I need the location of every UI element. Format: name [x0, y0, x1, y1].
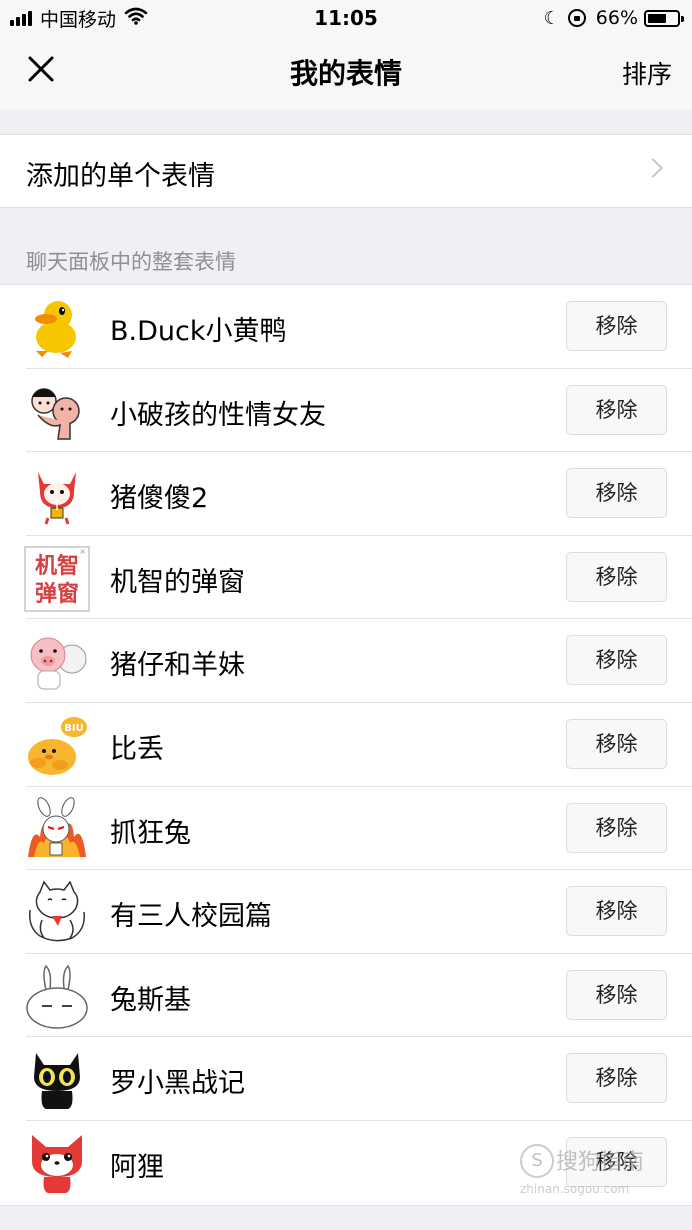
status-bar: 中国移动 11:05 ☾ 66%	[0, 0, 692, 36]
list-item: BIU 比丢 移除	[0, 703, 692, 787]
battery-fill	[648, 13, 666, 23]
pack-name: 抓狂兔	[110, 817, 191, 849]
list-item: 罗小黑战记 移除	[0, 1037, 692, 1121]
status-right: ☾ 66%	[543, 5, 684, 31]
list-item: 猪仔和羊妹 移除	[0, 619, 692, 703]
pack-name: 有三人校园篇	[110, 901, 272, 933]
battery-percent: 66%	[595, 7, 638, 29]
fox-icon	[24, 1131, 90, 1197]
watermark-text: 搜狗指南	[556, 1150, 645, 1175]
nav-bar: 我的表情 排序	[0, 36, 692, 110]
remove-button[interactable]: 移除	[566, 802, 667, 853]
chevron-right-icon	[643, 158, 663, 178]
list-item: 抓狂兔 移除	[0, 787, 692, 871]
pack-name: 兔斯基	[110, 984, 191, 1016]
page-title: 我的表情	[289, 57, 402, 90]
popup-icon: 机智 弹窗 ×	[24, 546, 90, 612]
watermark-logo: S	[520, 1144, 554, 1178]
moon-icon: ☾	[543, 7, 560, 29]
battery-tip	[681, 15, 684, 22]
duck-icon	[24, 295, 90, 361]
remove-button[interactable]: 移除	[566, 551, 667, 602]
remove-button[interactable]: 移除	[566, 718, 667, 769]
list-item: 有三人校园篇 移除	[0, 870, 692, 954]
remove-button[interactable]: 移除	[566, 1053, 667, 1104]
watermark: S 搜狗指南 zhinan.sogou.com	[520, 1142, 690, 1202]
sort-button[interactable]: 排序	[622, 55, 672, 91]
remove-button[interactable]: 移除	[566, 635, 667, 686]
list-item: 猪傻傻2 移除	[0, 452, 692, 536]
pig-sheep-icon	[24, 629, 90, 695]
rotation-lock-icon	[567, 9, 586, 27]
svg-text:×: ×	[79, 547, 86, 556]
list-item: 机智 弹窗 × 机智的弹窗 移除	[0, 536, 692, 620]
single-emoji-label: 添加的单个表情	[26, 161, 215, 192]
battery-icon	[644, 9, 684, 27]
angry-rabbit-icon	[24, 796, 90, 863]
remove-button[interactable]: 移除	[566, 468, 667, 519]
kids-icon	[24, 379, 90, 445]
list-item: B.Duck小黄鸭 移除	[0, 285, 692, 369]
popup-icon-text-2: 弹窗	[35, 581, 79, 607]
emoji-pack-list: B.Duck小黄鸭 移除 小破孩的性情女友 移除 猪傻傻2 移除 机智 弹窗 ×…	[0, 284, 692, 1206]
pack-name: 比丢	[110, 733, 164, 765]
remove-button[interactable]: 移除	[566, 301, 667, 351]
black-cat-icon	[24, 1047, 90, 1113]
chick-icon-text: BIU	[64, 723, 83, 734]
cat-icon	[24, 880, 90, 946]
pack-name: 阿狸	[110, 1151, 164, 1183]
remove-button[interactable]: 移除	[566, 969, 667, 1020]
section-header: 聊天面板中的整套表情	[26, 250, 236, 274]
pack-name: 猪仔和羊妹	[110, 650, 245, 682]
list-item: 小破孩的性情女友 移除	[0, 369, 692, 453]
chick-icon: BIU	[24, 713, 90, 779]
pack-name: 小破孩的性情女友	[110, 399, 326, 431]
pack-name: 罗小黑战记	[110, 1068, 245, 1100]
pack-name: B.Duck小黄鸭	[110, 316, 287, 347]
pig-hood-icon	[24, 462, 90, 528]
popup-icon-text-1: 机智	[35, 553, 79, 579]
remove-button[interactable]: 移除	[566, 886, 667, 937]
pack-name: 猪傻傻2	[110, 483, 209, 515]
pack-name: 机智的弹窗	[110, 566, 245, 598]
tuzki-icon	[24, 964, 90, 1030]
remove-button[interactable]: 移除	[566, 384, 667, 435]
list-item: 兔斯基 移除	[0, 954, 692, 1038]
watermark-url: zhinan.sogou.com	[520, 1182, 630, 1196]
single-emoji-cell[interactable]: 添加的单个表情	[0, 134, 692, 208]
